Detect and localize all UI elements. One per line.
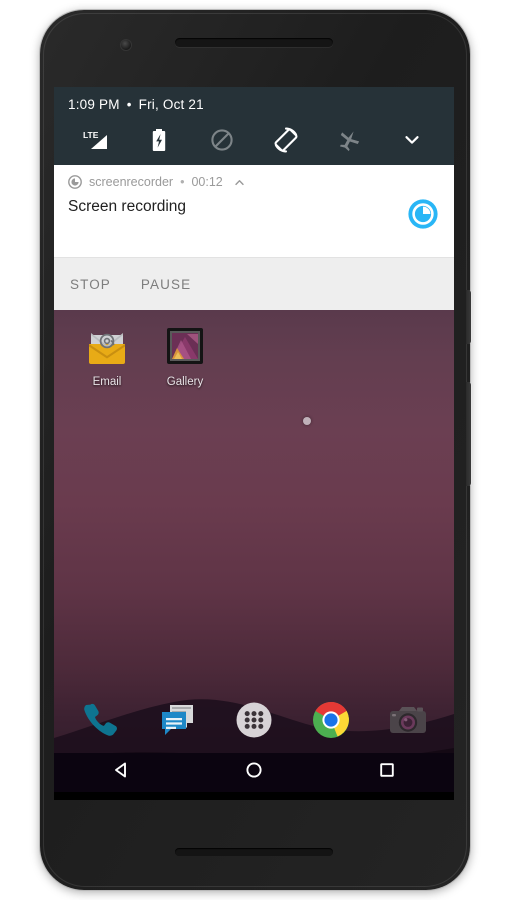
home-app-grid: Email Gallery: [54, 322, 454, 388]
do-not-disturb-icon: [210, 128, 234, 152]
screenshot-root: 1:09 PM • Fri, Oct 21 LTE screenrecorder…: [0, 0, 510, 900]
recents-button[interactable]: [359, 753, 415, 792]
svg-text:LTE: LTE: [83, 130, 99, 140]
dock-item-phone[interactable]: [62, 697, 139, 743]
app-icon-email[interactable]: Email: [68, 322, 146, 388]
status-separator: •: [126, 96, 132, 112]
volume-rocker[interactable]: [466, 382, 471, 486]
qs-tile-auto-rotate[interactable]: [254, 121, 317, 159]
system-bar: 1:09 PM • Fri, Oct 21 LTE: [54, 87, 454, 165]
app-drawer-icon: [231, 697, 277, 743]
phone-screen: 1:09 PM • Fri, Oct 21 LTE screenrecorder…: [54, 87, 454, 800]
notification-header: screenrecorder • 00:12: [54, 165, 454, 189]
app-label-email: Email: [92, 376, 122, 388]
notification-elapsed-time: 00:12: [191, 175, 223, 189]
chevron-down-icon: [402, 130, 422, 150]
dock: [54, 687, 454, 753]
notification-separator: •: [180, 175, 185, 189]
page-indicator-dot: [303, 417, 311, 425]
app-label-gallery: Gallery: [166, 376, 204, 388]
home-button[interactable]: [226, 753, 282, 792]
dock-item-chrome[interactable]: [292, 697, 369, 743]
notification-title: Screen recording: [68, 198, 187, 215]
qs-tile-do-not-disturb[interactable]: [191, 121, 254, 159]
app-icon-gallery[interactable]: Gallery: [146, 322, 224, 388]
status-bar: 1:09 PM • Fri, Oct 21: [54, 87, 454, 121]
navigation-bar: [54, 753, 454, 792]
gallery-icon: [161, 322, 209, 370]
quick-settings-row: LTE: [54, 121, 454, 165]
qs-tile-airplane-mode[interactable]: [317, 121, 380, 159]
qs-expand-button[interactable]: [381, 121, 444, 159]
status-time: 1:09 PM: [68, 96, 120, 112]
bottom-speaker: [175, 848, 333, 856]
stop-button[interactable]: STOP: [68, 273, 113, 296]
notification-body: Screen recording: [54, 189, 454, 245]
phone-icon: [77, 697, 123, 743]
auto-rotate-icon: [273, 127, 299, 153]
home-screen[interactable]: Email Gallery: [54, 310, 454, 792]
notification-app-name: screenrecorder: [89, 175, 174, 189]
messaging-icon: [154, 697, 200, 743]
power-button[interactable]: [466, 290, 471, 344]
recents-square-icon: [377, 760, 397, 785]
dock-item-camera[interactable]: [369, 697, 446, 743]
battery-charging-icon: [151, 128, 167, 152]
chevron-up-icon[interactable]: [233, 176, 246, 189]
notification-card[interactable]: screenrecorder • 00:12 Screen recording: [54, 165, 454, 310]
front-camera: [121, 40, 131, 50]
screenrecorder-app-icon: [406, 197, 440, 231]
airplane-mode-icon: [337, 128, 361, 152]
status-date: Fri, Oct 21: [138, 96, 204, 112]
lte-signal-icon: LTE: [83, 129, 109, 151]
dock-item-app-drawer[interactable]: [216, 697, 293, 743]
back-button[interactable]: [93, 753, 149, 792]
pause-button[interactable]: PAUSE: [139, 273, 193, 296]
chrome-icon: [308, 697, 354, 743]
camera-icon: [385, 697, 431, 743]
dock-item-messaging[interactable]: [139, 697, 216, 743]
back-triangle-icon: [111, 760, 131, 785]
qs-tile-lte[interactable]: LTE: [64, 121, 127, 159]
earpiece-speaker: [175, 38, 333, 47]
qs-tile-battery[interactable]: [127, 121, 190, 159]
screenrecorder-small-icon: [68, 175, 82, 189]
notification-actions: STOP PAUSE: [54, 257, 454, 310]
home-circle-icon: [244, 760, 264, 785]
email-icon: [83, 322, 131, 370]
